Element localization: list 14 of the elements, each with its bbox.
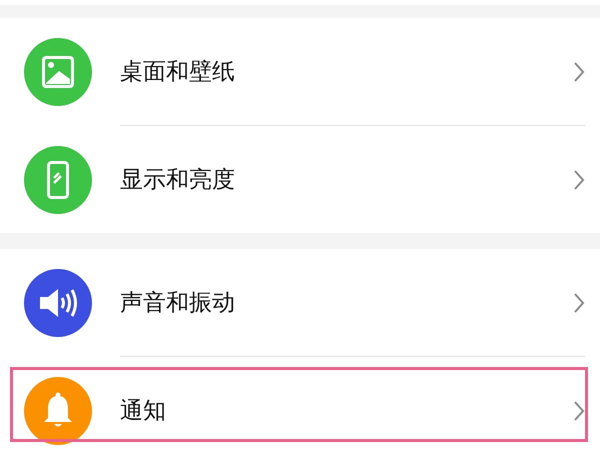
phone-icon xyxy=(47,160,69,198)
item-label: 显示和亮度 xyxy=(120,166,236,195)
settings-item[interactable]: 声音和振动 xyxy=(0,249,600,356)
chevron-icon xyxy=(573,168,585,190)
settings-item[interactable]: 通知 xyxy=(0,357,600,449)
chevron-icon xyxy=(573,400,585,422)
chevron-icon xyxy=(573,292,585,314)
chevron-icon xyxy=(573,60,585,82)
image-icon xyxy=(41,54,75,88)
settings-item[interactable]: 显示和亮度 xyxy=(0,126,600,233)
item-label: 声音和振动 xyxy=(120,289,236,318)
item-label: 通知 xyxy=(120,397,167,426)
settings-item[interactable]: 桌面和壁纸 xyxy=(0,18,600,125)
item-label: 桌面和壁纸 xyxy=(120,58,236,87)
